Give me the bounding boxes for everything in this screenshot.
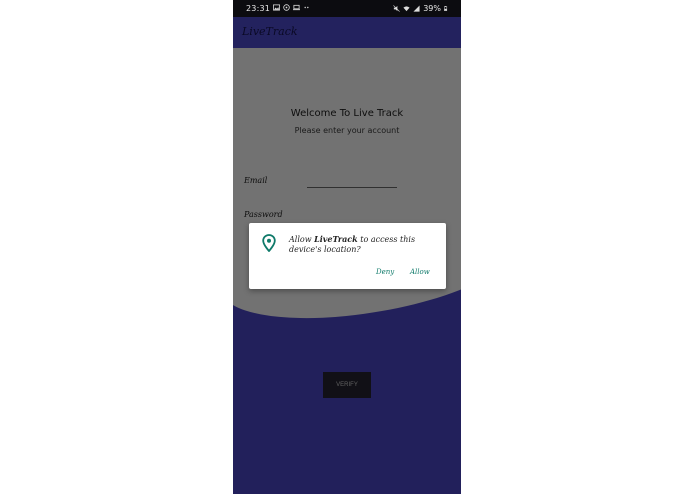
image-icon [273,4,280,11]
location-pin-icon [262,234,276,252]
mute-icon [393,5,401,12]
whatsapp-icon [283,4,290,11]
dialog-message-prefix: Allow [289,235,315,244]
laptop-icon [293,4,300,11]
wifi-icon [403,6,410,12]
battery-icon [444,6,448,11]
allow-button[interactable]: Allow [410,268,430,276]
status-left-icons [273,4,310,11]
dialog-message: Allow LiveTrack to access this device's … [289,234,441,255]
status-time: 23:31 [246,4,271,13]
status-right-icons: 39% [393,4,449,13]
status-bar: 23:31 39% [233,0,461,17]
battery-percent: 39% [423,4,441,13]
phone-screen: 23:31 39% LiveTrack Welcome To Live Trac… [233,0,461,494]
deny-button[interactable]: Deny [376,268,394,276]
location-permission-dialog: Allow LiveTrack to access this device's … [249,223,446,289]
signal-icon [413,5,420,12]
more-dots-icon [304,6,309,9]
dialog-app-name: LiveTrack [314,234,358,244]
